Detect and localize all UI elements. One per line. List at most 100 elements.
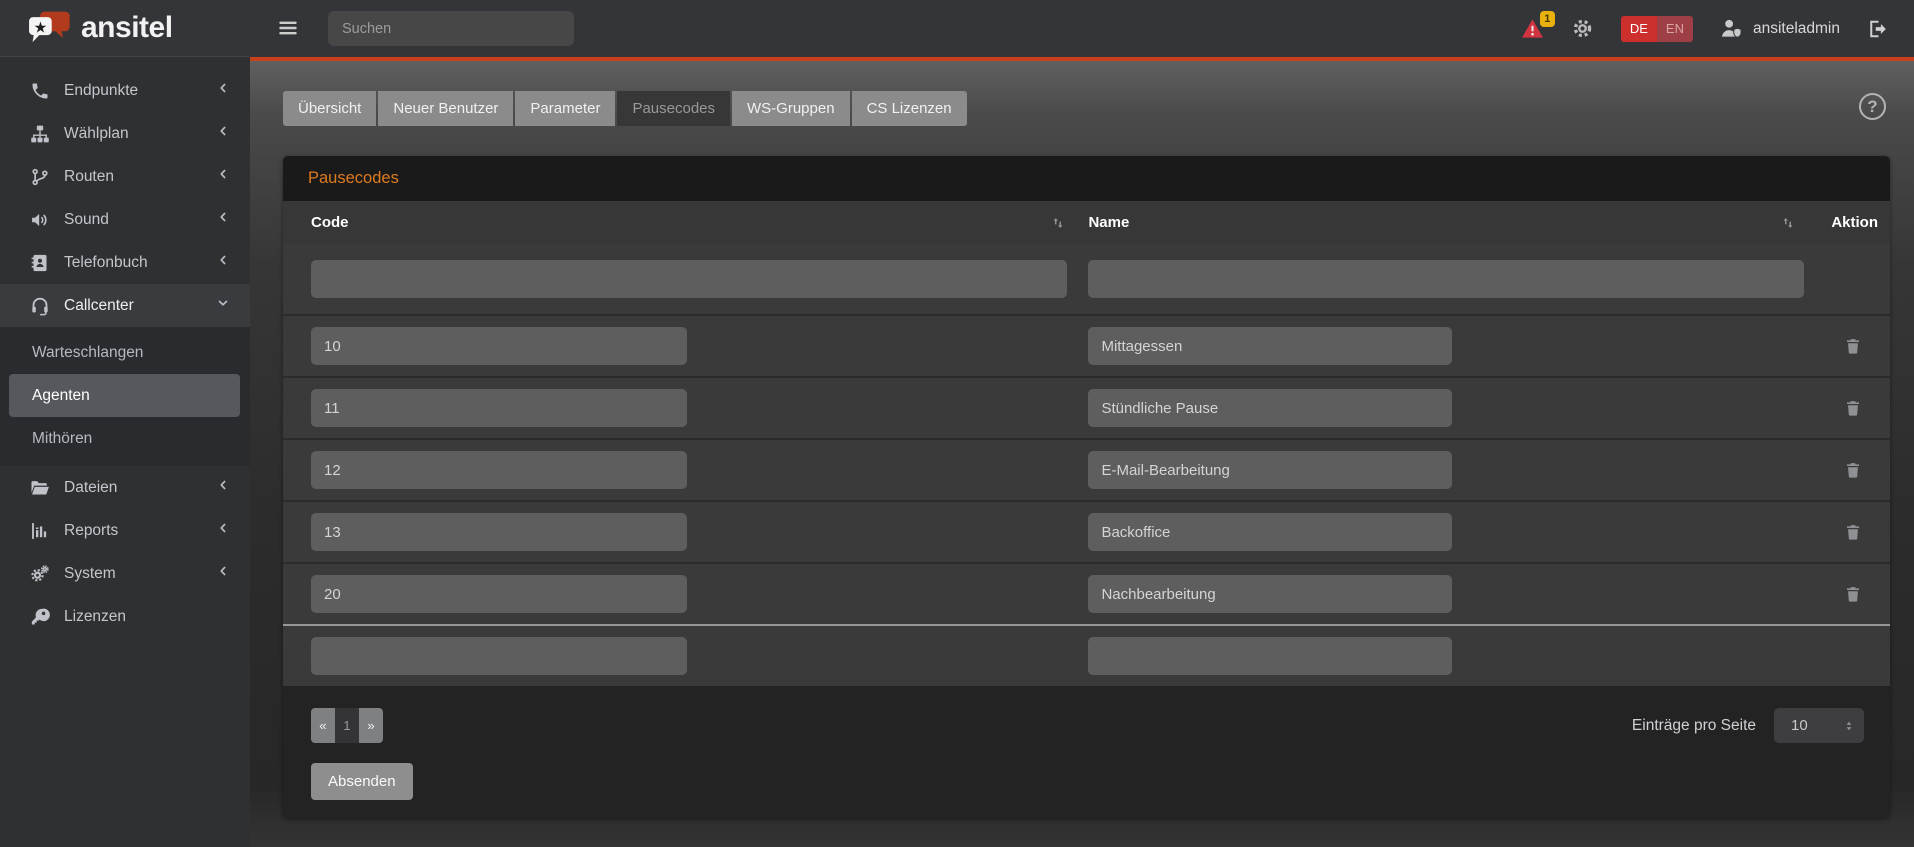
sidebar-item-system[interactable]: System [0, 552, 250, 595]
tab-cs-lizenzen[interactable]: CS Lizenzen [852, 91, 967, 126]
pausecode-row [283, 314, 1890, 376]
chevron-left-icon [216, 521, 230, 540]
sidebar-item-label: Routen [64, 168, 114, 186]
sidebar-item-telefonbuch[interactable]: Telefonbuch [0, 241, 250, 284]
content: ÜbersichtNeuer BenutzerParameterPausecod… [250, 61, 1914, 847]
delete-row-button[interactable] [1844, 584, 1862, 604]
chevron-left-icon [216, 564, 230, 583]
volume-icon [30, 210, 51, 230]
per-page-value: 10 [1791, 717, 1808, 734]
sidebar-subitem-agenten[interactable]: Agenten [9, 374, 240, 417]
sidebar-item-callcenter[interactable]: Callcenter [0, 284, 250, 327]
settings-button[interactable] [1571, 17, 1594, 40]
pausecode-row [283, 376, 1890, 438]
submit-button[interactable]: Absenden [311, 763, 413, 800]
pausecode-row [283, 438, 1890, 500]
pagination-page-1[interactable]: 1 [335, 708, 359, 743]
hamburger-icon [277, 27, 299, 42]
delete-row-button[interactable] [1844, 460, 1862, 480]
sidebar: ★ ansitel EndpunkteWählplan Routen SoundTe… [0, 0, 250, 847]
gear-icon [1571, 28, 1594, 43]
column-header-name: Name [1078, 214, 1808, 231]
chevron-left-icon [216, 478, 230, 497]
route-icon [30, 167, 51, 187]
pausecodes-panel: Pausecodes Code Name [283, 156, 1890, 818]
code-input[interactable] [311, 575, 687, 613]
tab-parameter[interactable]: Parameter [515, 91, 615, 126]
code-filter-input[interactable] [311, 260, 1067, 298]
folder-open-icon [30, 478, 51, 498]
brand[interactable]: ★ ansitel [0, 0, 250, 57]
sidebar-item-label: Lizenzen [64, 608, 126, 626]
sidebar-item-routen[interactable]: Routen [0, 155, 250, 198]
user-menu[interactable]: ansiteladmin [1720, 18, 1840, 39]
new-name-input[interactable] [1088, 637, 1451, 675]
delete-row-button[interactable] [1844, 398, 1862, 418]
sidebar-item-lizenzen[interactable]: Lizenzen [0, 595, 250, 638]
trash-icon [1844, 406, 1862, 421]
sidebar-item-endpunkte[interactable]: Endpunkte [0, 69, 250, 112]
tab-neuer-benutzer[interactable]: Neuer Benutzer [378, 91, 513, 126]
topbar: 1 DE EN ansiteladmin [250, 0, 1914, 57]
logout-button[interactable] [1867, 18, 1890, 40]
user-shield-icon [1720, 18, 1743, 39]
tab-übersicht[interactable]: Übersicht [283, 91, 376, 126]
name-input[interactable] [1088, 451, 1451, 489]
brand-name: ansitel [81, 11, 173, 45]
name-filter-input[interactable] [1088, 260, 1804, 298]
username-label: ansiteladmin [1753, 20, 1840, 38]
name-input[interactable] [1088, 389, 1451, 427]
sidebar-item-sound[interactable]: Sound [0, 198, 250, 241]
search-input[interactable] [328, 11, 574, 46]
sort-icon [1780, 219, 1796, 234]
sidebar-subitem-warteschlangen[interactable]: Warteschlangen [0, 331, 250, 374]
sidebar-item-wählplan[interactable]: Wählplan [0, 112, 250, 155]
help-button[interactable]: ? [1859, 93, 1886, 120]
delete-row-button[interactable] [1844, 522, 1862, 542]
pagination: « 1 » [311, 708, 383, 743]
chevron-left-icon [216, 167, 230, 186]
sign-out-icon [1867, 28, 1890, 43]
tab-ws-gruppen[interactable]: WS-Gruppen [732, 91, 850, 126]
language-toggle: DE EN [1621, 16, 1693, 42]
language-de-button[interactable]: DE [1621, 16, 1657, 42]
name-input[interactable] [1088, 327, 1451, 365]
alerts-button[interactable]: 1 [1521, 18, 1544, 39]
name-column-label: Name [1088, 214, 1129, 231]
tab-pausecodes[interactable]: Pausecodes [617, 91, 730, 126]
name-input[interactable] [1088, 513, 1451, 551]
sidebar-item-label: Callcenter [64, 297, 134, 315]
main-area: 1 DE EN ansiteladmin Ü [250, 0, 1914, 847]
trash-icon [1844, 592, 1862, 607]
sort-name-button[interactable] [1780, 215, 1796, 231]
code-input[interactable] [311, 389, 687, 427]
code-input[interactable] [311, 513, 687, 551]
address-book-icon [30, 253, 51, 273]
delete-row-button[interactable] [1844, 336, 1862, 356]
action-column-label: Aktion [1831, 214, 1878, 231]
sidebar-item-dateien[interactable]: Dateien [0, 466, 250, 509]
pausecode-row [283, 500, 1890, 562]
trash-icon [1844, 344, 1862, 359]
sidebar-item-reports[interactable]: Reports [0, 509, 250, 552]
key-icon [30, 607, 51, 627]
per-page-select[interactable]: 10 [1774, 708, 1864, 743]
sort-code-button[interactable] [1050, 215, 1066, 231]
language-en-button[interactable]: EN [1657, 16, 1693, 42]
table-header-row: Code Name Aktion [283, 201, 1890, 244]
new-code-input[interactable] [311, 637, 687, 675]
pagination-prev-button[interactable]: « [311, 708, 335, 743]
chart-bar-icon [30, 521, 51, 541]
code-column-label: Code [311, 214, 349, 231]
chevron-left-icon [216, 81, 230, 100]
filter-row [283, 244, 1890, 314]
code-input[interactable] [311, 327, 687, 365]
app-root: ★ ansitel EndpunkteWählplan Routen SoundTe… [0, 0, 1914, 847]
code-input[interactable] [311, 451, 687, 489]
sidebar-subitem-mithören[interactable]: Mithören [0, 417, 250, 460]
sitemap-icon [30, 124, 51, 144]
select-spinner-icon [1842, 718, 1856, 734]
name-input[interactable] [1088, 575, 1451, 613]
pagination-next-button[interactable]: » [359, 708, 383, 743]
menu-toggle-button[interactable] [276, 17, 300, 41]
